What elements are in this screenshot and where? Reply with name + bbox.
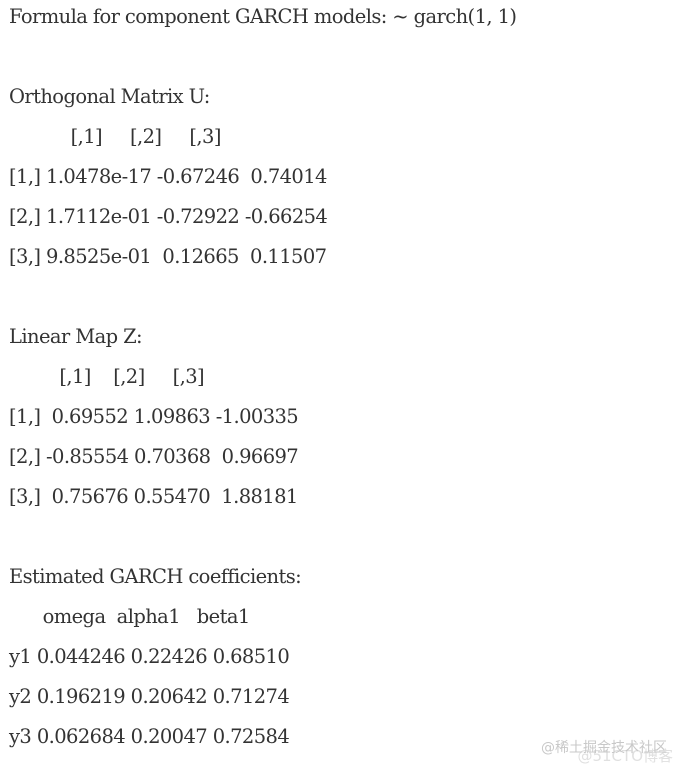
linear-map-row: [3,] 0.75676 0.55470 1.88181 <box>9 485 298 508</box>
garch-coefficients-row: y2 0.196219 0.20642 0.71274 <box>9 685 290 708</box>
watermark-primary: @稀土掘金技术社区 <box>541 740 667 756</box>
orthogonal-matrix-title: Orthogonal Matrix U: <box>9 85 210 108</box>
linear-map-title: Linear Map Z: <box>9 325 143 348</box>
orthogonal-matrix-row: [1,] 1.0478e-17 -0.67246 0.74014 <box>9 165 327 188</box>
linear-map-row: [2,] -0.85554 0.70368 0.96697 <box>9 445 299 468</box>
orthogonal-matrix-row: [3,] 9.8525e-01 0.12665 0.11507 <box>9 245 327 268</box>
garch-coefficients-title: Estimated GARCH coefficients: <box>9 565 302 588</box>
linear-map-header: [,1] [,2] [,3] <box>9 365 205 388</box>
garch-coefficients-row: y1 0.044246 0.22426 0.68510 <box>9 645 290 668</box>
garch-coefficients-header: omega alpha1 beta1 <box>9 605 251 628</box>
orthogonal-matrix-header: [,1] [,2] [,3] <box>9 125 222 148</box>
formula-line: Formula for component GARCH models: ~ ga… <box>9 5 517 28</box>
linear-map-row: [1,] 0.69552 1.09863 -1.00335 <box>9 405 299 428</box>
orthogonal-matrix-row: [2,] 1.7112e-01 -0.72922 -0.66254 <box>9 205 328 228</box>
garch-coefficients-row: y3 0.062684 0.20047 0.72584 <box>9 725 290 748</box>
